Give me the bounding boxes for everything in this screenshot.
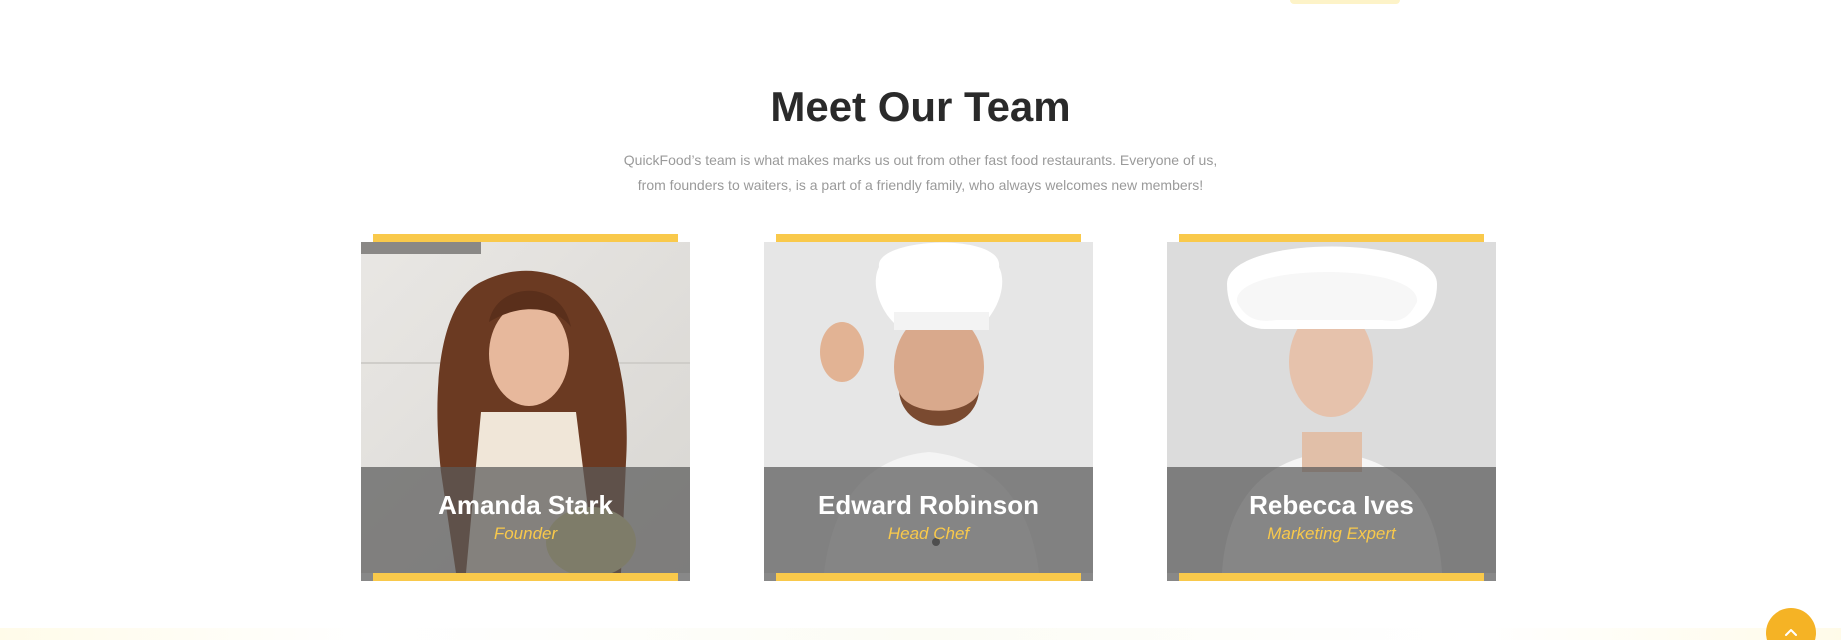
team-card-edward-robinson[interactable]: Edward Robinson Head Chef <box>764 234 1093 581</box>
section-title: Meet Our Team <box>770 83 1071 130</box>
card-accent-bar-top <box>776 234 1081 242</box>
team-card-rebecca-ives[interactable]: Rebecca Ives Marketing Expert <box>1167 234 1496 581</box>
back-to-top-button[interactable] <box>1766 608 1816 640</box>
team-card-amanda-stark[interactable]: Amanda Stark Founder <box>361 234 690 581</box>
subtitle-line-2: from founders to waiters, is a part of a… <box>637 177 1204 193</box>
team-section: Meet Our Team QuickFood’s team is what m… <box>0 0 1841 640</box>
subtitle-line-1: QuickFood’s team is what makes marks us … <box>623 152 1218 168</box>
card-accent-bar-top <box>1179 234 1484 242</box>
member-name: Edward Robinson <box>818 490 1039 520</box>
card-caption: Amanda Stark Founder <box>361 467 690 581</box>
chevron-up-icon <box>1785 629 1797 636</box>
member-role: Founder <box>493 524 558 543</box>
member-role: Marketing Expert <box>1267 524 1396 543</box>
member-role: Head Chef <box>887 524 970 543</box>
decorative-shape <box>1290 0 1400 4</box>
card-accent-bar-bottom <box>776 573 1081 581</box>
card-accent-bar-top <box>373 234 678 242</box>
card-accent-bar-bottom <box>373 573 678 581</box>
member-name: Amanda Stark <box>438 490 613 520</box>
member-name: Rebecca Ives <box>1249 490 1414 520</box>
card-caption: Rebecca Ives Marketing Expert <box>1167 467 1496 581</box>
card-caption: Edward Robinson Head Chef <box>764 467 1093 581</box>
card-accent-bar-bottom <box>1179 573 1484 581</box>
decorative-footer-strip <box>0 628 1841 640</box>
section-subtitle: QuickFood’s team is what makes marks us … <box>620 148 1221 198</box>
